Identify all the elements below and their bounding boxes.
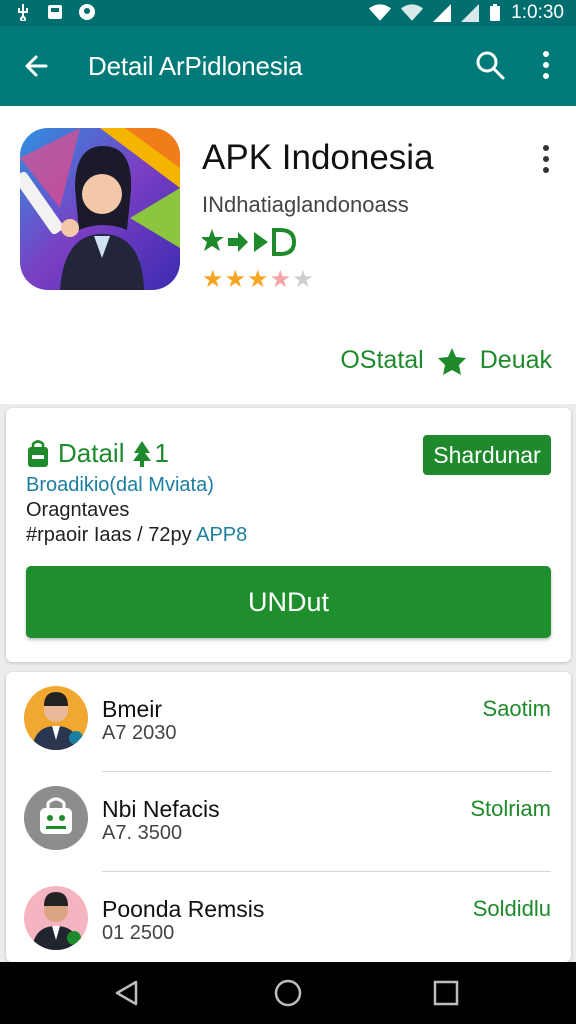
page-title: Detail ArPidlonesia [88,51,303,81]
detail-link[interactable]: Broadikio(dal Mviata) [26,474,214,497]
list-item-meta: A7. 3500 [102,822,183,844]
related-list: Bmeir A7 2030 Saotim Nbi Nefacis A7. 350… [6,672,571,962]
back-arrow-icon[interactable] [20,50,52,82]
detail-line-1: Oragntaves [26,499,130,521]
android-bag-icon [28,439,48,467]
star-icon[interactable] [437,347,466,375]
system-nav-bar [0,962,576,1024]
detail-badge: 1 [154,438,169,468]
detail-heading: Datail 1 [26,438,169,469]
detail-line-2-accent: APP8 [196,524,248,546]
wifi-icon [369,4,392,21]
header-actions: OStatal Deuak [340,346,552,375]
list-item-meta: A7 2030 [102,722,177,744]
list-item-meta: 01 2500 [102,922,175,944]
android-bag-avatar [24,786,88,850]
install-action[interactable]: OStatal [340,346,423,375]
detail-line-2-text: #rpaoir Iaas / 72py [26,524,192,546]
list-item-action[interactable]: Stolriam [470,796,551,822]
share-button[interactable]: Shardunar [423,435,551,475]
star-icon: ★ [247,266,269,293]
list-item-action[interactable]: Saotim [483,696,551,722]
editors-choice-badge-icon [202,228,297,256]
search-icon[interactable] [474,49,506,81]
status-bar: 1:0:30 [0,0,576,26]
app-bar: Detail ArPidlonesia [0,26,576,106]
usb-icon [18,4,28,21]
star-icon: ★ [269,266,292,293]
nav-recents-icon[interactable] [431,978,461,1008]
rating-stars: ★ ★ ★ ★ ★ [202,268,314,292]
signal-icon [433,4,452,22]
list-item-action[interactable]: Soldidlu [473,896,551,922]
nav-back-icon[interactable] [112,978,142,1008]
download-button[interactable]: UNDut [26,566,551,638]
app-name: APK Indonesia [202,138,434,177]
wifi-alt-icon [401,4,424,21]
detail-card: Datail 1 Broadikio(dal Mviata) Oragntave… [6,408,571,662]
star-icon: ★ [224,266,247,293]
signal-alt-icon [461,4,480,22]
nav-home-icon[interactable] [273,978,303,1008]
list-item-name: Poonda Remsis [102,896,265,922]
photo-icon [48,5,62,19]
list-item-name: Nbi Nefacis [102,796,220,822]
tree-icon [133,440,152,467]
circle-notif-icon [79,4,95,20]
detail-title: Datail [58,438,125,468]
star-icon: ★ [292,266,314,293]
list-item-name: Bmeir [102,696,163,722]
status-time: 1:0:30 [511,2,564,23]
list-item[interactable]: Bmeir A7 2030 Saotim [6,672,571,772]
list-item[interactable]: Nbi Nefacis A7. 3500 Stolriam [6,772,571,872]
man-pink-avatar [24,886,88,950]
app-developer[interactable]: INdhatiaglandonoass [202,192,409,218]
app-header-card: APK Indonesia INdhatiaglandonoass ★ ★ ★ ★ ★ … [0,106,576,404]
star-icon: ★ [202,266,224,293]
more-vert-icon[interactable] [534,48,558,82]
wishlist-action[interactable]: Deuak [480,346,552,375]
overflow-menu-icon[interactable] [536,142,556,176]
app-icon[interactable] [20,128,180,290]
man-suit-avatar [24,686,88,750]
detail-line-2: #rpaoir Iaas / 72py APP8 [26,524,247,547]
battery-icon [490,4,501,21]
list-item[interactable]: Poonda Remsis 01 2500 Soldidlu [6,872,571,962]
